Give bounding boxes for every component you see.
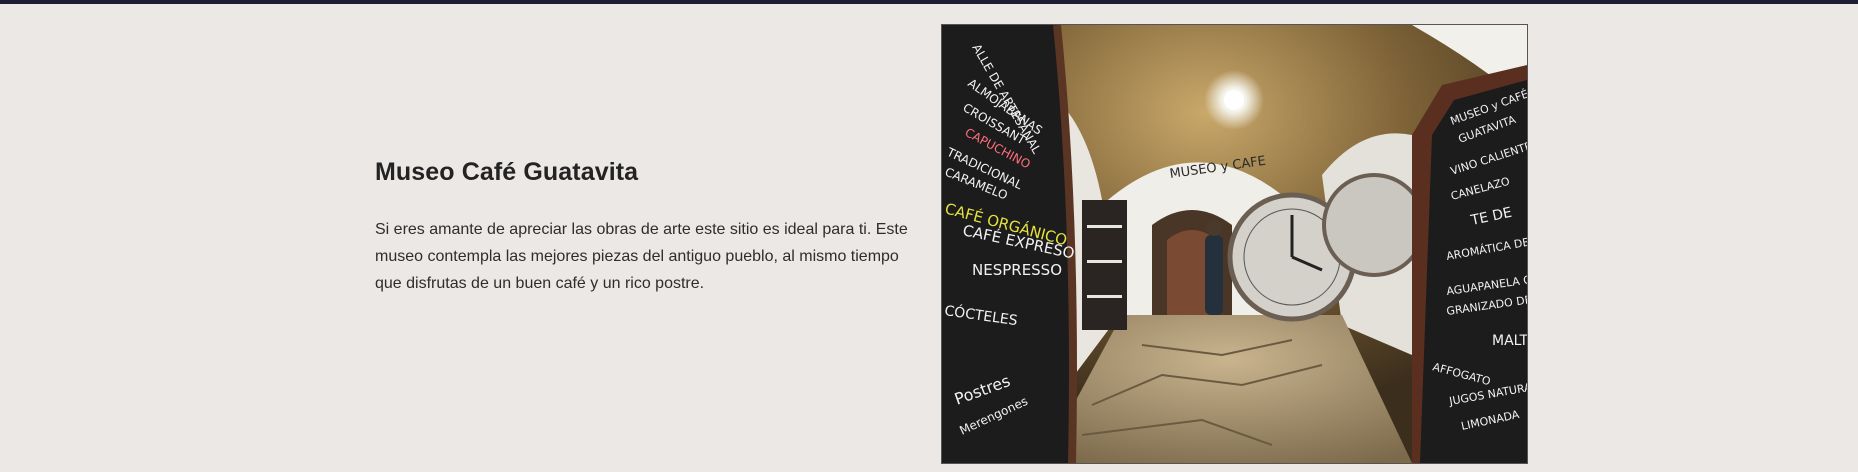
top-border bbox=[0, 0, 1858, 4]
content-section: Museo Café Guatavita Si eres amante de a… bbox=[375, 154, 915, 297]
section-title: Museo Café Guatavita bbox=[375, 158, 639, 186]
section-description: Si eres amante de apreciar las obras de … bbox=[375, 221, 908, 292]
svg-text:MALTE: MALTE bbox=[1492, 333, 1527, 349]
svg-text:NESPRESSO: NESPRESSO bbox=[972, 261, 1062, 279]
visitor-figure bbox=[1205, 235, 1223, 315]
museo-cafe-photo: MUSEO y CAFE ALLE DE ARTESANAL ALMOJÁBAN… bbox=[941, 24, 1528, 464]
